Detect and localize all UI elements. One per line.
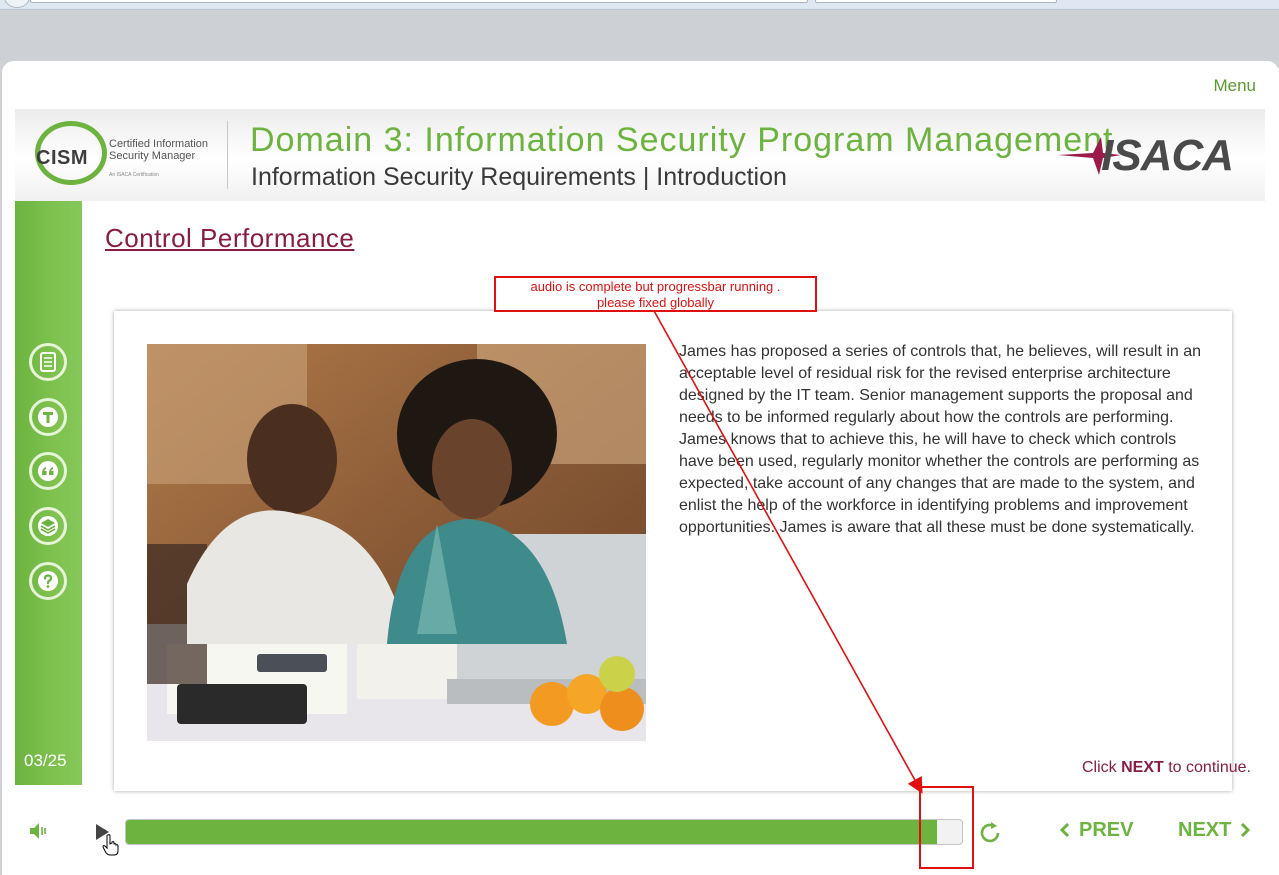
prev-label: PREV — [1079, 819, 1134, 841]
volume-icon — [30, 823, 46, 839]
instruction-prefix: Click — [1082, 759, 1122, 776]
replay-icon — [980, 822, 1000, 843]
audio-progress-bar[interactable] — [125, 819, 963, 845]
page-title: Control Performance — [105, 223, 355, 253]
browser-toolbar — [0, 0, 1279, 10]
help-icon — [38, 571, 58, 591]
annotation-line1: audio is complete but progressbar runnin… — [530, 279, 781, 294]
progress-fill — [126, 820, 937, 844]
transcript-icon — [38, 407, 58, 427]
hand-cursor-icon — [102, 834, 119, 856]
review-annotation-box: audio is complete but progressbar runnin… — [494, 276, 817, 312]
section-subtitle: Information Security Requirements | Intr… — [251, 163, 787, 191]
replay-button[interactable] — [976, 819, 1004, 847]
address-bar[interactable] — [30, 0, 808, 3]
chevron-left-icon — [1059, 822, 1070, 838]
browser-search-field[interactable] — [815, 0, 1057, 3]
course-banner: CISM Certified Information Security Mana… — [15, 109, 1265, 201]
sidebar: 03/25 — [15, 201, 82, 785]
page-counter: 03/25 — [24, 751, 67, 770]
cism-subtitle-line2: Security Manager — [109, 150, 196, 162]
chevron-right-icon — [1241, 822, 1251, 838]
cism-subtitle-line1: Certified Information — [109, 138, 209, 150]
annotation-line2: please fixed globally — [596, 295, 715, 310]
player-controls: PREV NEXT — [15, 791, 1265, 871]
isaca-wordmark: ISACA — [1101, 131, 1234, 180]
volume-button[interactable] — [27, 819, 51, 843]
prev-button[interactable]: PREV — [1059, 819, 1133, 842]
help-button[interactable] — [29, 562, 67, 600]
menu-link[interactable]: Menu — [1213, 76, 1256, 96]
annotation-highlight-box — [919, 786, 974, 869]
resources-icon — [38, 516, 58, 536]
quote-button[interactable] — [29, 452, 67, 490]
next-label: NEXT — [1178, 819, 1232, 841]
instruction-next-word: NEXT — [1121, 759, 1164, 776]
next-button[interactable]: NEXT — [1178, 819, 1251, 842]
domain-title: Domain 3: Information Security Program M… — [250, 121, 1114, 159]
browser-back-button[interactable] — [4, 0, 30, 8]
isaca-logo: ISACA — [1053, 131, 1234, 181]
course-player-frame: Menu CISM Certified Information Security… — [2, 61, 1279, 875]
notes-button[interactable] — [29, 343, 67, 381]
cism-logo-subtitle: Certified Information Security Manager — [109, 138, 208, 162]
continue-instruction: Click NEXT to continue. — [1082, 759, 1251, 777]
resources-button[interactable] — [29, 507, 67, 545]
quote-icon — [38, 461, 58, 481]
notes-icon — [40, 352, 56, 372]
instruction-suffix: to continue. — [1163, 759, 1251, 776]
couple-reviewing-bills-image — [147, 344, 646, 741]
content-photo — [147, 344, 646, 741]
transcript-button[interactable] — [29, 398, 67, 436]
cism-tagline: An ISACA Certification — [109, 172, 160, 178]
window-background — [0, 11, 1279, 61]
banner-divider — [227, 121, 228, 189]
body-text: James has proposed a series of controls … — [679, 343, 1202, 536]
cism-logo-text: CISM — [36, 147, 88, 169]
